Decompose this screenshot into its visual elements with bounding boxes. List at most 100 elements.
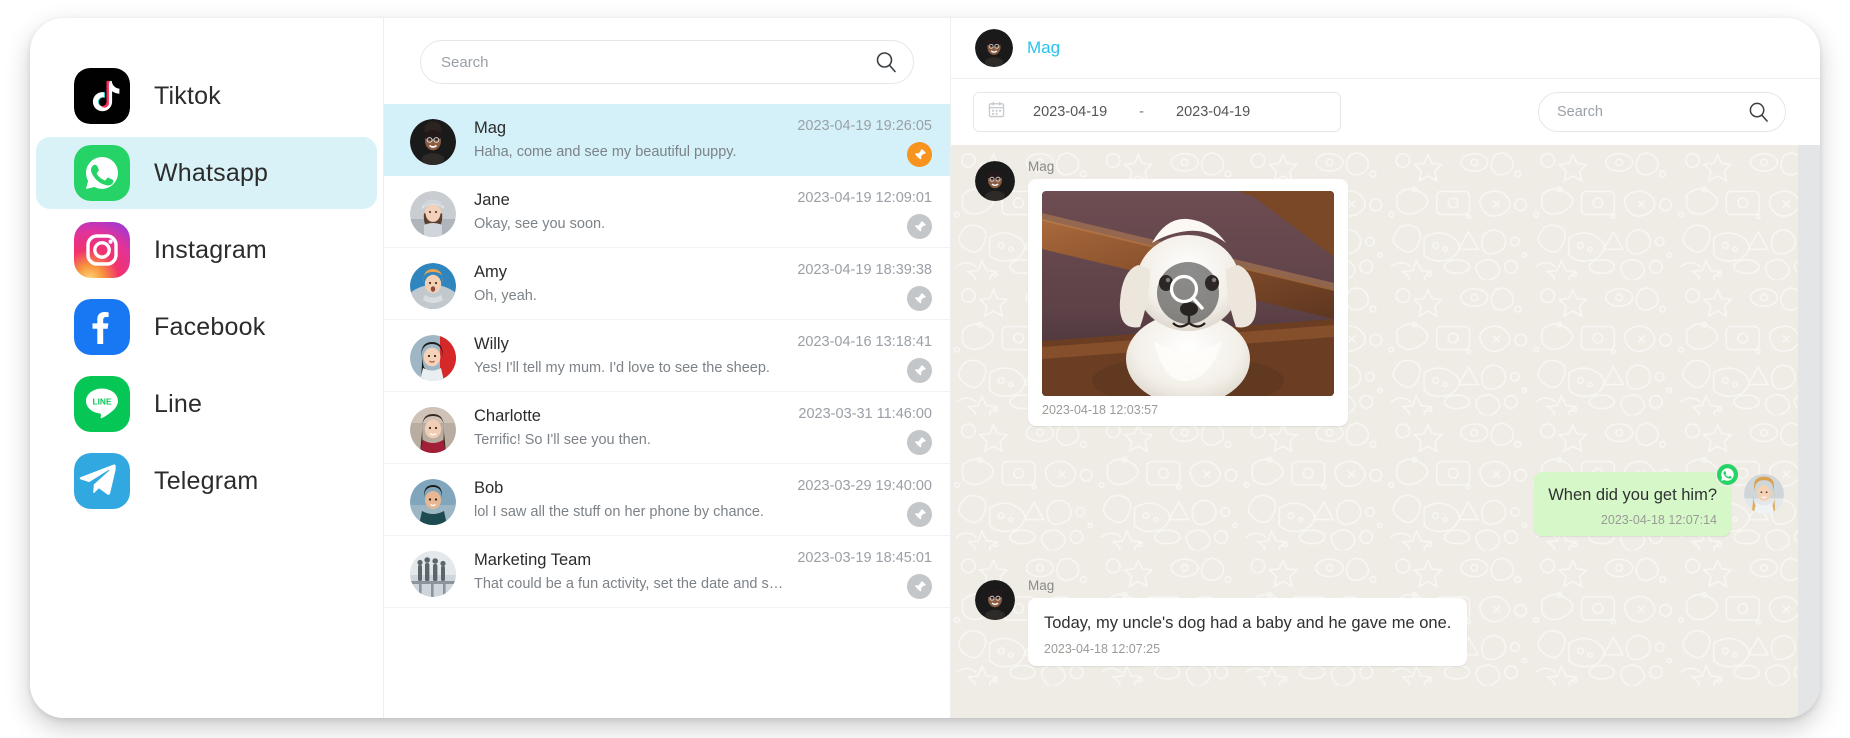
table-row[interactable]: Charlotte Terrific! So I'll see you then… [384,392,950,464]
message-image[interactable] [1042,191,1334,396]
avatar [410,263,456,309]
table-row[interactable]: Mag Haha, come and see my beautiful pupp… [384,104,950,176]
sidebar-item-telegram[interactable]: Telegram [36,445,377,517]
message-preview: That could be a fun activity, set the da… [474,576,784,592]
table-row[interactable]: Amy Oh, yeah. 2023-04-19 18:39:38 [384,248,950,320]
table-row[interactable]: Bob lol I saw all the stuff on her phone… [384,464,950,536]
sidebar-item-instagram[interactable]: Instagram [36,214,377,286]
row-content: Marketing Team That could be a fun activ… [456,550,784,592]
svg-text:LINE: LINE [92,397,111,407]
contact-name: Charlotte [474,407,541,425]
pin-icon[interactable] [907,502,932,527]
avatar [410,119,456,165]
message-in-text: Mag Today, my uncle's dog had a baby and… [975,578,1784,666]
timestamp: 2023-03-19 18:45:01 [797,550,932,566]
pin-icon[interactable] [907,574,932,599]
sidebar-item-tiktok[interactable]: Tiktok [36,60,377,132]
row-content: Amy Oh, yeah. [456,262,784,304]
sidebar-item-facebook[interactable]: Facebook [36,291,377,363]
message-sender: Mag [1028,578,1055,594]
avatar [410,335,456,381]
message-sender: Mag [1028,159,1055,174]
row-meta: 2023-04-19 19:26:05 [784,118,932,167]
whatsapp-icon [74,145,130,201]
sidebar-item-label: Tiktok [154,81,221,110]
message-preview: Haha, come and see my beautiful puppy. [474,144,737,160]
conversation-list-panel: Mag Haha, come and see my beautiful pupp… [383,18,950,718]
row-content: Willy Yes! I'll tell my mum. I'd love to… [456,334,784,376]
avatar [975,29,1013,67]
row-meta: 2023-04-19 18:39:38 [784,262,932,311]
date-range-picker[interactable]: 2023-04-19 - 2023-04-19 [973,92,1341,132]
sidebar-item-label: Instagram [154,235,267,264]
sidebar-item-label: Facebook [154,312,266,341]
text-bubble: Today, my uncle's dog had a baby and he … [1028,598,1468,666]
list-search-container [384,18,950,104]
sidebar-item-label: Line [154,389,203,418]
timestamp: 2023-04-16 13:18:41 [797,334,932,350]
contact-name: Jane [474,191,510,209]
row-content: Mag Haha, come and see my beautiful pupp… [456,118,784,160]
sidebar-item-label: Whatsapp [154,158,269,187]
pin-icon[interactable] [907,358,932,383]
message-out-text: When did you get him? 2023-04-18 12:07:1… [975,462,1784,537]
conversation-rows: Mag Haha, come and see my beautiful pupp… [384,104,950,718]
contact-name: Mag [474,119,507,137]
app-window: Tiktok Whatsapp Instagram Facebook LINE … [30,18,1820,718]
message-preview: Terrific! So I'll see you then. [474,432,651,448]
table-row[interactable]: Willy Yes! I'll tell my mum. I'd love to… [384,320,950,392]
date-separator: - [1139,104,1145,120]
avatar [410,407,456,453]
date-from[interactable]: 2023-04-19 [1033,104,1107,120]
tiktok-icon [74,68,130,124]
timestamp: 2023-03-29 19:40:00 [797,478,932,494]
scrollbar-track[interactable] [1798,145,1820,718]
message-preview: lol I saw all the stuff on her phone by … [474,504,764,520]
avatar [410,191,456,237]
image-bubble: 2023-04-18 12:03:57 [1028,179,1348,426]
message-text: Today, my uncle's dog had a baby and he … [1044,614,1452,633]
message-preview: Yes! I'll tell my mum. I'd love to see t… [474,360,770,376]
conversation-panel: Mag 2023-04-19 - 2023-04-19 Search Mag 2… [950,18,1820,718]
table-row[interactable]: Marketing Team That could be a fun activ… [384,536,950,608]
message-column: Mag Today, my uncle's dog had a baby and… [1028,578,1468,666]
chat-list-search[interactable] [420,40,914,84]
message-thread: Mag 2023-04-18 12:03:57 When did you get… [951,145,1820,718]
message-in-image: Mag 2023-04-18 12:03:57 [975,159,1784,426]
contact-name: Amy [474,263,507,281]
bubble-row: When did you get him? 2023-04-18 12:07:1… [1534,462,1740,537]
search-icon [875,51,897,73]
message-preview: Oh, yeah. [474,288,537,304]
pin-icon[interactable] [907,430,932,455]
conversation-filter-bar: 2023-04-19 - 2023-04-19 [951,79,1820,145]
avatar [410,479,456,525]
table-row[interactable]: Jane Okay, see you soon. 2023-04-19 12:0… [384,176,950,248]
avatar [975,580,1015,621]
pin-icon[interactable] [907,142,932,167]
search-icon [1748,102,1769,123]
platform-sidebar: Tiktok Whatsapp Instagram Facebook LINE … [30,18,383,718]
date-to[interactable]: 2023-04-19 [1176,104,1250,120]
page-title: Mag [1027,38,1061,57]
message-column: Mag 2023-04-18 12:03:57 [1028,159,1348,426]
calendar-icon [988,101,1005,123]
row-content: Bob lol I saw all the stuff on her phone… [456,478,784,520]
timestamp: 2023-04-19 19:26:05 [797,118,932,134]
avatar [410,551,456,597]
message-column: When did you get him? 2023-04-18 12:07:1… [1534,462,1740,537]
sidebar-item-label: Telegram [154,466,259,495]
avatar [1744,474,1784,514]
message-preview: Okay, see you soon. [474,216,606,232]
message-timestamp: 2023-04-18 12:07:14 [1600,513,1717,528]
message-timestamp: 2023-04-18 12:03:57 [1042,403,1159,417]
conversation-search[interactable] [1538,92,1786,132]
search-input[interactable] [421,53,913,71]
telegram-icon [74,453,130,509]
sidebar-item-line[interactable]: LINE Line [36,368,377,440]
whatsapp-icon [1715,462,1740,487]
pin-icon[interactable] [907,214,932,239]
row-content: Charlotte Terrific! So I'll see you then… [456,406,784,448]
messages-scroll[interactable]: Mag 2023-04-18 12:03:57 When did you get… [951,145,1820,718]
sidebar-item-whatsapp[interactable]: Whatsapp [36,137,377,209]
pin-icon[interactable] [907,286,932,311]
